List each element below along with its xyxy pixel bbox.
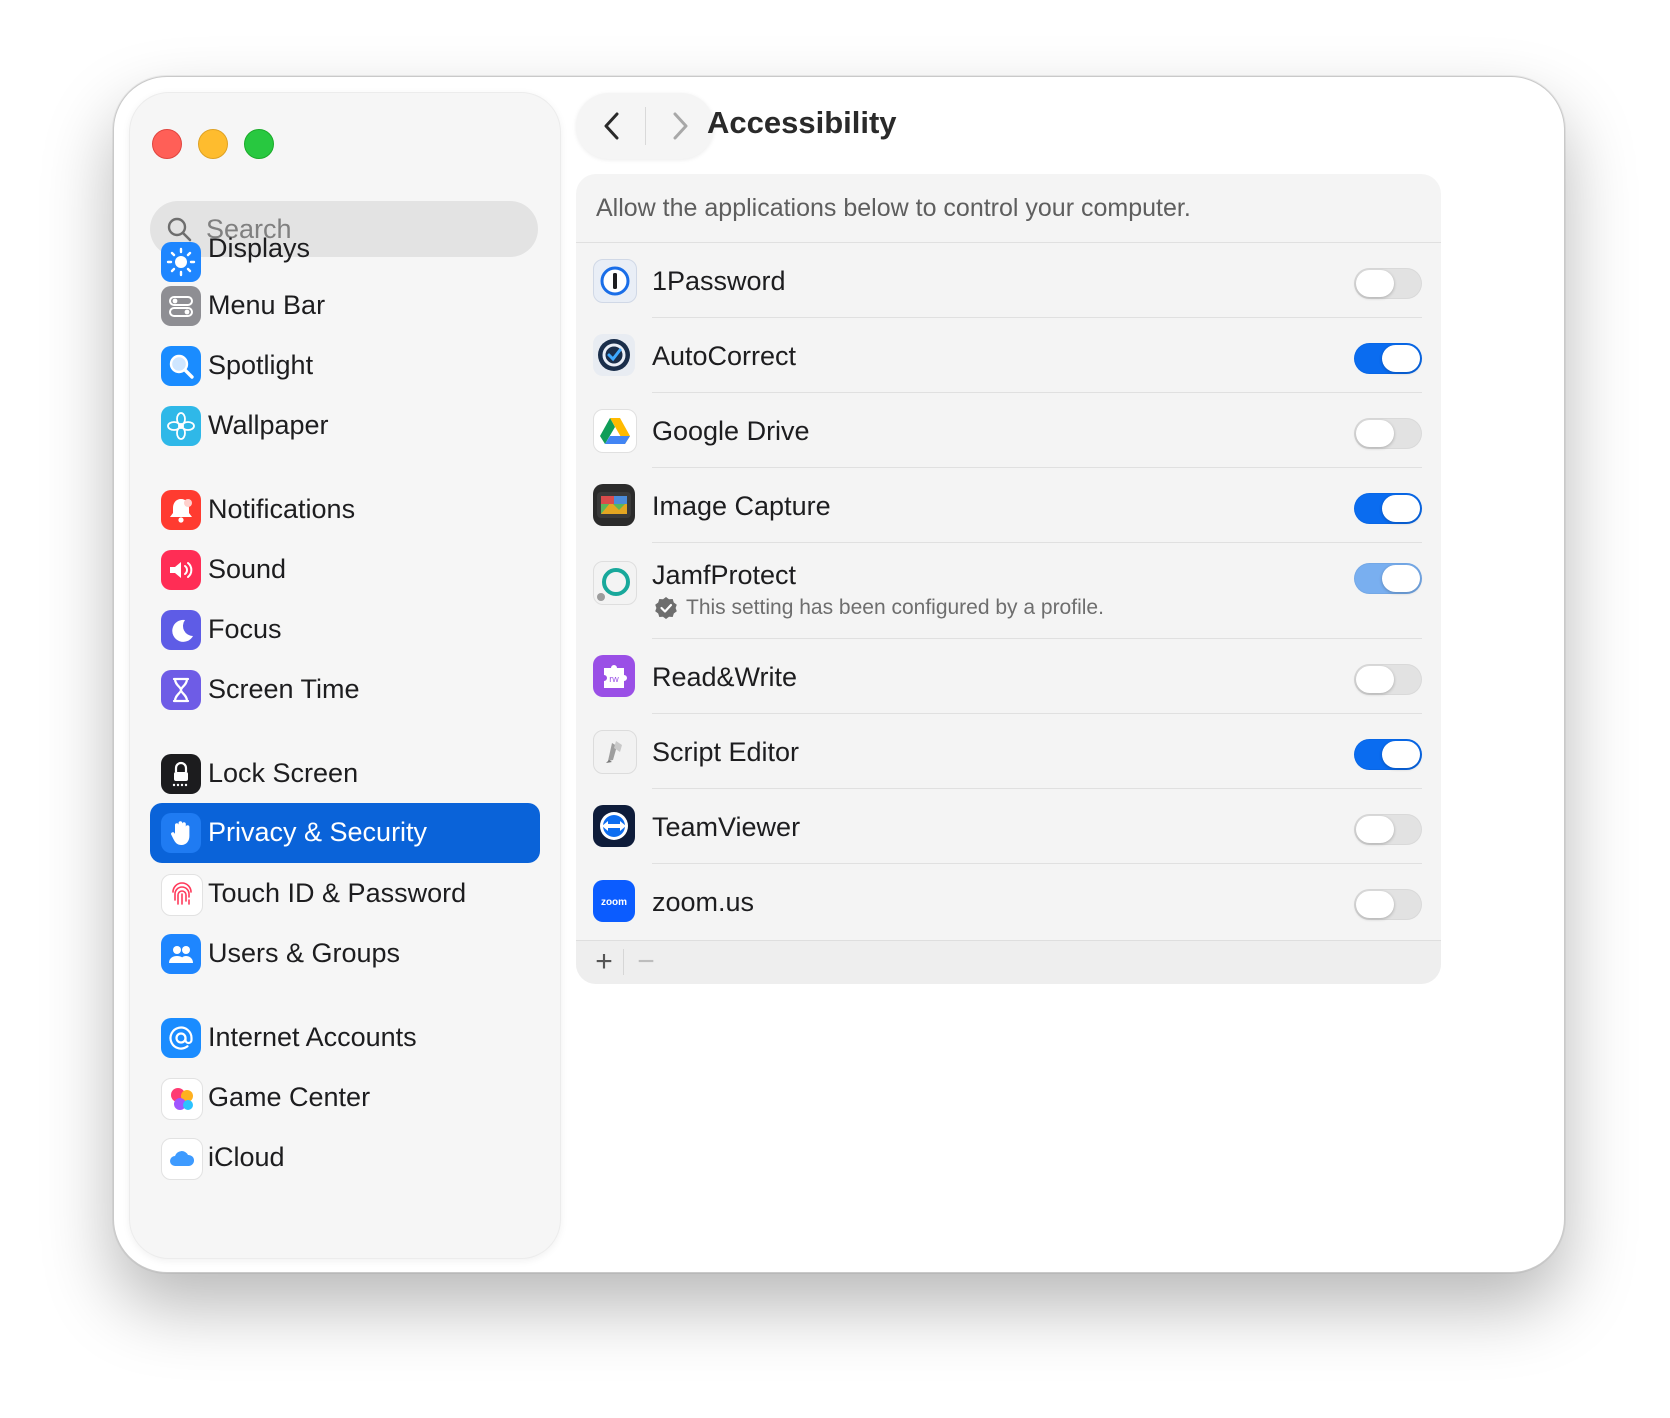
app-row-zoom: zoom zoom.us xyxy=(576,864,1441,939)
game-center-icon xyxy=(161,1078,203,1120)
menu-bar-icon xyxy=(161,286,201,326)
remove-app-button[interactable]: − xyxy=(630,946,662,978)
magnifier-icon xyxy=(161,346,201,386)
sidebar-item-label: Sound xyxy=(208,554,287,584)
zoom-icon-text: zoom xyxy=(601,897,627,908)
settings-window: Search Displays Menu Bar Spotlight Wallp… xyxy=(113,76,1565,1273)
sidebar-item-menu-bar[interactable]: Menu Bar xyxy=(150,275,540,337)
hand-icon xyxy=(161,813,201,853)
sidebar-item-sound[interactable]: Sound xyxy=(150,539,540,601)
app-row-autocorrect: AutoCorrect xyxy=(576,318,1441,393)
autocorrect-icon xyxy=(593,334,635,376)
sidebar-item-label: Screen Time xyxy=(208,674,360,704)
at-sign-icon xyxy=(161,1018,201,1058)
panel-description: Allow the applications below to control … xyxy=(596,194,1191,222)
app-name: TeamViewer xyxy=(652,812,801,842)
fingerprint-icon xyxy=(161,874,203,916)
sidebar-item-wallpaper[interactable]: Wallpaper xyxy=(150,395,540,457)
sidebar-item-label: Internet Accounts xyxy=(208,1022,417,1052)
speaker-icon xyxy=(161,550,201,590)
sidebar-item-internet-accounts[interactable]: Internet Accounts xyxy=(150,1007,540,1069)
app-name: zoom.us xyxy=(652,887,755,917)
onepassword-icon xyxy=(593,259,637,303)
page-title: Accessibility xyxy=(707,105,897,140)
script-editor-icon xyxy=(593,730,637,774)
sidebar-item-label: Displays xyxy=(208,233,311,263)
list-footer: + − xyxy=(576,940,1441,984)
sidebar-item-label: Menu Bar xyxy=(208,290,326,320)
read-write-icon-text: rw xyxy=(609,674,619,684)
sidebar-item-label: Spotlight xyxy=(208,350,314,380)
users-icon xyxy=(161,934,201,974)
sidebar-item-users-groups[interactable]: Users & Groups xyxy=(150,923,540,985)
footer-divider xyxy=(623,949,624,975)
app-name: JamfProtect xyxy=(652,560,797,590)
sidebar-item-icloud[interactable]: iCloud xyxy=(150,1127,540,1189)
app-name: Script Editor xyxy=(652,737,800,767)
app-name: AutoCorrect xyxy=(652,341,797,371)
toggle-image-capture[interactable] xyxy=(1354,493,1422,524)
jamf-protect-icon xyxy=(593,561,637,605)
sidebar-item-label: Touch ID & Password xyxy=(208,878,467,908)
forward-button[interactable] xyxy=(658,105,700,147)
sidebar-item-label: Users & Groups xyxy=(208,938,401,968)
toggle-google-drive[interactable] xyxy=(1354,418,1422,449)
sidebar-item-label: Notifications xyxy=(208,494,356,524)
managed-by-profile-note: This setting has been configured by a pr… xyxy=(686,596,1104,619)
moon-icon xyxy=(161,610,201,650)
sidebar-item-label: Wallpaper xyxy=(208,410,329,440)
google-drive-icon xyxy=(593,409,637,453)
app-name: 1Password xyxy=(652,266,786,296)
app-name: Read&Write xyxy=(652,662,798,692)
add-app-button[interactable]: + xyxy=(588,946,620,978)
sidebar-item-label: Privacy & Security xyxy=(208,817,428,847)
close-window-button[interactable] xyxy=(152,129,182,159)
app-row-1password: 1Password xyxy=(576,243,1441,318)
navigation-controls xyxy=(576,93,714,159)
lock-icon xyxy=(161,754,201,794)
toggle-script-editor[interactable] xyxy=(1354,739,1422,770)
cloud-icon xyxy=(161,1138,203,1180)
minimize-window-button[interactable] xyxy=(198,129,228,159)
image-capture-icon xyxy=(593,484,635,526)
app-name: Google Drive xyxy=(652,416,810,446)
toggle-read-write[interactable] xyxy=(1354,664,1422,695)
toggle-zoom[interactable] xyxy=(1354,889,1422,920)
app-row-image-capture: Image Capture xyxy=(576,468,1441,543)
nav-divider xyxy=(645,107,646,145)
sidebar-item-screen-time[interactable]: Screen Time xyxy=(150,659,540,721)
sidebar: Search Displays Menu Bar Spotlight Wallp… xyxy=(129,92,561,1259)
toggle-autocorrect[interactable] xyxy=(1354,343,1422,374)
sidebar-item-label: Game Center xyxy=(208,1082,371,1112)
app-row-teamviewer: TeamViewer xyxy=(576,789,1441,864)
toggle-teamviewer[interactable] xyxy=(1354,814,1422,845)
sidebar-item-privacy-security[interactable]: Privacy & Security xyxy=(150,803,540,863)
sidebar-item-lock-screen[interactable]: Lock Screen xyxy=(150,743,540,805)
sidebar-item-label: Focus xyxy=(208,614,282,644)
accessibility-apps-panel: Allow the applications below to control … xyxy=(576,174,1441,984)
teamviewer-icon xyxy=(593,805,635,847)
read-write-icon: rw xyxy=(593,655,635,697)
toggle-jamf-protect[interactable] xyxy=(1354,563,1422,594)
sidebar-item-touch-id[interactable]: Touch ID & Password xyxy=(150,863,540,925)
sidebar-item-focus[interactable]: Focus xyxy=(150,599,540,661)
app-row-script-editor: Script Editor xyxy=(576,714,1441,789)
app-row-read-write: rw Read&Write xyxy=(576,639,1441,714)
flower-icon xyxy=(161,406,201,446)
hourglass-icon xyxy=(161,670,201,710)
app-row-google-drive: Google Drive xyxy=(576,393,1441,468)
app-row-jamf-protect: JamfProtect This setting has been config… xyxy=(576,543,1441,639)
sidebar-item-notifications[interactable]: Notifications xyxy=(150,479,540,541)
verified-badge-icon xyxy=(655,597,677,619)
zoom-window-button[interactable] xyxy=(244,129,274,159)
bell-icon xyxy=(161,490,201,530)
app-name: Image Capture xyxy=(652,491,831,521)
back-button[interactable] xyxy=(592,105,634,147)
sidebar-item-label: iCloud xyxy=(208,1142,285,1172)
sidebar-item-label: Lock Screen xyxy=(208,758,359,788)
sidebar-item-game-center[interactable]: Game Center xyxy=(150,1067,540,1129)
sidebar-item-spotlight[interactable]: Spotlight xyxy=(150,335,540,397)
toggle-1password[interactable] xyxy=(1354,268,1422,299)
zoom-icon: zoom xyxy=(593,880,635,922)
